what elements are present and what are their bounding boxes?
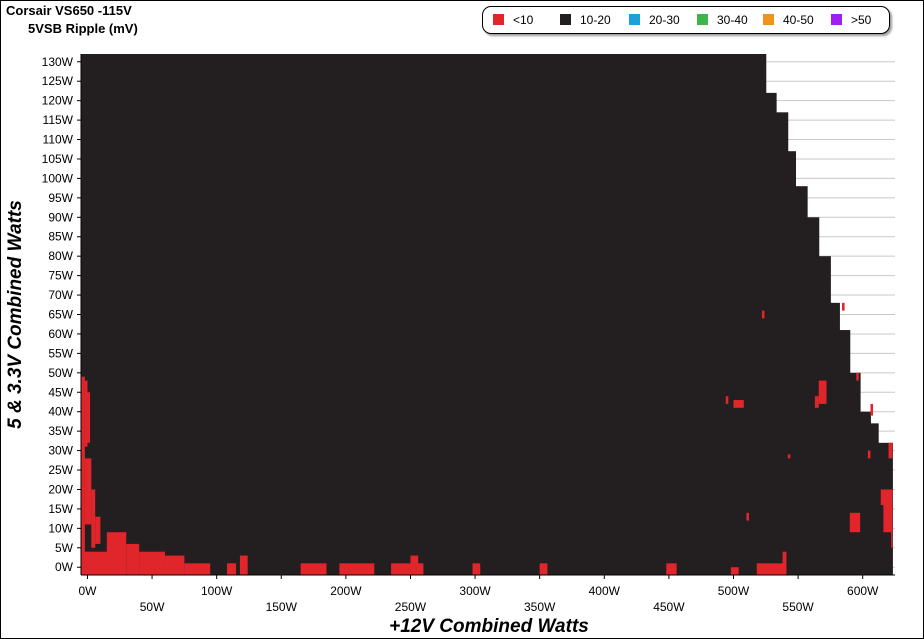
x-tick-label: 600W: [847, 584, 879, 598]
heatmap-cell-10-20: [860, 411, 871, 575]
heatmap-cell-10-20: [849, 372, 861, 575]
y-tick-label: 75W: [48, 269, 73, 283]
heatmap-cell-lt10: [410, 555, 419, 575]
heatmap-cell-lt10: [733, 400, 744, 408]
y-tick-label: 45W: [48, 385, 73, 399]
y-tick-label: 60W: [48, 327, 73, 341]
heatmap-cell-lt10: [227, 563, 237, 575]
y-tick-label: 105W: [42, 152, 74, 166]
heatmap-cell-10-20: [870, 423, 879, 575]
heatmap-cell-lt10: [95, 516, 101, 544]
x-tick-label: 550W: [782, 600, 814, 614]
x-tick-label: 100W: [201, 584, 233, 598]
heatmap-cell-lt10: [883, 505, 893, 533]
heatmap-cell-10-20: [795, 186, 808, 575]
heatmap-cell-lt10: [756, 563, 786, 575]
heatmap-cell-lt10: [787, 454, 791, 459]
x-tick-label: 150W: [266, 600, 298, 614]
x-axis-label: +12V Combined Watts: [389, 616, 589, 637]
heatmap-cell-lt10: [126, 543, 140, 575]
heatmap-cell-lt10: [164, 555, 185, 575]
heatmap-cell-lt10: [139, 551, 165, 575]
y-tick-label: 10W: [48, 521, 73, 535]
y-tick-label: 55W: [48, 346, 73, 360]
heatmap-cell-lt10: [84, 458, 92, 525]
y-tick-label: 130W: [42, 55, 74, 69]
heatmap-cell-lt10: [761, 310, 765, 319]
y-tick-label: 20W: [48, 482, 73, 496]
y-tick-label: 15W: [48, 502, 73, 516]
heatmap-cell-lt10: [814, 396, 819, 408]
y-tick-label: 120W: [42, 94, 74, 108]
y-tick-label: 85W: [48, 230, 73, 244]
y-tick-label: 5W: [55, 541, 74, 555]
y-tick-label: 70W: [48, 288, 73, 302]
y-tick-label: 65W: [48, 308, 73, 322]
heatmap-cell-lt10: [867, 450, 871, 459]
x-tick-label: 300W: [459, 584, 491, 598]
heatmap-cell-lt10: [391, 563, 424, 575]
heatmap-cell-lt10: [730, 567, 739, 575]
heatmap-cell-lt10: [782, 551, 787, 575]
x-tick-label: 250W: [395, 600, 427, 614]
heatmap-chart: 0W 5W 10W 15W 20W 25W 30W 35W 40W 45W 50W 55W 60W 65W…: [5, 54, 895, 637]
y-tick-label: 25W: [48, 463, 73, 477]
y-axis-label: 5 & 3.3V Combined Watts: [5, 200, 26, 429]
x-tick-label: 200W: [330, 584, 362, 598]
heatmap-cell-10-20: [818, 256, 831, 575]
heatmap-cell-lt10: [239, 555, 248, 575]
heatmap-cell-lt10: [300, 563, 327, 575]
heatmap-cell-lt10: [856, 372, 859, 381]
heatmap-cell-lt10: [472, 563, 481, 575]
heatmap-cell-lt10: [106, 532, 127, 575]
heatmap-cell-10-20: [787, 151, 797, 576]
y-tick-label: 95W: [48, 191, 73, 205]
heatmap-cell-lt10: [91, 489, 96, 548]
heatmap-cell-10-20: [830, 302, 840, 575]
y-tick-label: 110W: [43, 133, 74, 147]
y-tick-label: 100W: [42, 171, 74, 185]
x-tick-label: 500W: [718, 584, 750, 598]
heatmap-cell-lt10: [339, 563, 375, 575]
heatmap-cell-lt10: [880, 489, 893, 506]
heatmap-cell-lt10: [818, 380, 827, 404]
y-tick-label: 80W: [48, 249, 73, 263]
heatmap-cell-10-20: [839, 330, 851, 575]
heatmap-cell-lt10: [666, 563, 677, 575]
x-tick-label: 50W: [140, 600, 165, 614]
y-tick-label: 50W: [48, 366, 73, 380]
heatmap-cell-lt10: [539, 563, 548, 575]
heatmap-cell-lt10: [849, 512, 861, 533]
y-tick-label: 35W: [48, 424, 73, 438]
heatmap-cell-lt10: [870, 403, 874, 416]
x-tick-label: 450W: [653, 600, 685, 614]
heatmap-cell-lt10: [87, 392, 91, 443]
heatmap-cell-lt10: [84, 380, 88, 447]
y-tick-label: 115W: [43, 113, 74, 127]
heatmap-cell-10-20: [776, 112, 789, 575]
heatmap-cell-lt10: [891, 528, 893, 548]
cell-layer: [81, 54, 893, 576]
x-tick-label: 0W: [78, 584, 97, 598]
heatmap-cell-lt10: [81, 376, 85, 560]
heatmap-cell-lt10: [184, 563, 211, 575]
x-tick-label: 350W: [524, 600, 556, 614]
heatmap-cell-lt10: [888, 442, 893, 459]
heatmap-cell-10-20: [765, 92, 777, 575]
heatmap-cell-lt10: [746, 512, 749, 521]
y-tick-label: 125W: [42, 74, 74, 88]
y-tick-label: 90W: [48, 210, 73, 224]
heatmap-cell-10-20: [807, 217, 820, 575]
heatmap-cell-lt10: [842, 302, 845, 311]
heatmap-cell-lt10: [725, 396, 729, 404]
heatmap-cell-10-20: [81, 54, 767, 575]
x-tick-label: 400W: [589, 584, 621, 598]
y-tick-label: 0W: [55, 560, 74, 574]
y-tick-label: 30W: [48, 444, 73, 458]
y-tick-label: 40W: [48, 405, 73, 419]
